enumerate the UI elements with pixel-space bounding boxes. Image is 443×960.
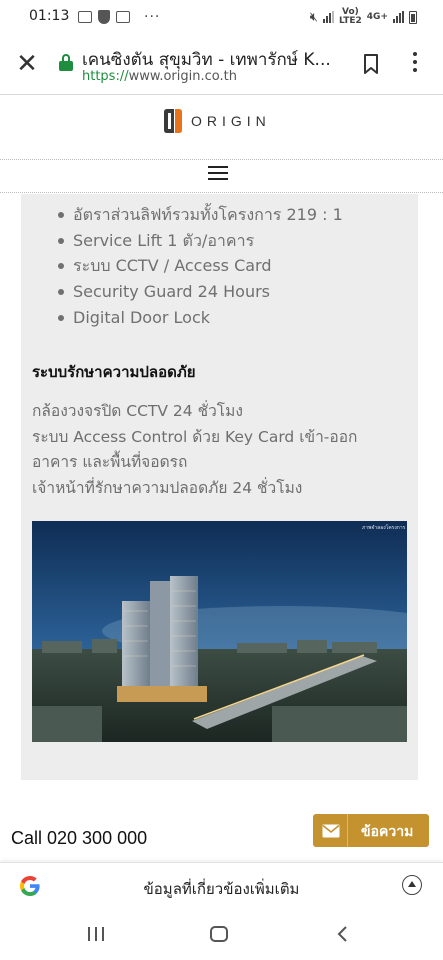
security-line: กล้องวงจรปิด CCTV 24 ชั่วโมง [32,402,243,420]
message-button-label: ข้อความ [361,824,414,840]
notification-icons: ··· [78,9,160,25]
image-caption: ภาพจำลองโครงการ [362,524,406,531]
mail-icon [322,824,340,838]
battery-icon [409,10,417,24]
divider [0,159,443,160]
logo-text: ORIGIN [191,113,271,129]
signal-icon-2 [393,11,404,23]
network-type-label: 4G+ [366,11,388,22]
list-item: ระบบ CCTV / Access Card [53,255,343,281]
close-icon[interactable]: ✕ [14,51,40,77]
shield-notification-icon [98,10,110,24]
list-item: Service Lift 1 ตัว/อาคาร [53,230,343,256]
google-related-text[interactable]: ข้อมูลที่เกี่ยวข้องเพิ่มเติม [0,877,443,901]
site-header: ORIGIN [0,95,443,157]
security-line: อาคาร และพื้นที่จอดรถ [32,453,188,471]
android-nav-bar [0,909,443,960]
list-item: อัตราส่วนลิฟท์รวมทั้งโครงการ 219 : 1 [53,204,343,230]
url-scheme: https:// [82,69,129,84]
browser-toolbar: ✕ เคนซิงตัน สุขุมวิท - เทพารักษ์ K... ht… [0,34,443,95]
divider [0,192,443,193]
list-item: Digital Door Lock [53,307,343,333]
project-render-image: ภาพจำลองโครงการ [32,521,407,742]
image-notification-icon [116,11,130,23]
network-label: Vo) LTE2 [339,7,362,26]
security-line: เจ้าหน้าที่รักษาความปลอดภัย 24 ชั่วโมง [32,478,303,497]
recent-apps-icon[interactable] [88,927,104,941]
bookmark-icon[interactable] [363,54,379,74]
origin-logo[interactable]: ORIGIN [163,107,271,135]
hamburger-menu-icon[interactable] [208,166,228,180]
content-card: อัตราส่วนลิฟท์รวมทั้งโครงการ 219 : 1 Ser… [21,194,418,780]
origin-logo-mark-icon [164,109,182,133]
lock-icon[interactable] [59,54,73,71]
url-text[interactable]: https://www.origin.co.th [82,69,237,84]
more-notifications-icon: ··· [144,9,161,25]
message-button[interactable]: ข้อความ [313,814,429,847]
url-host: www.origin.co.th [128,69,237,84]
security-heading: ระบบรักษาความปลอดภัย [32,363,196,381]
feature-list: อัตราส่วนลิฟท์รวมทั้งโครงการ 219 : 1 Ser… [53,204,343,332]
google-related-bar[interactable]: ข้อมูลที่เกี่ยวข้องเพิ่มเติม [0,862,443,910]
list-item: Security Guard 24 Hours [53,281,343,307]
call-bar: Call 020 300 000 ข้อความ [0,812,443,862]
status-bar: 01:13 ··· 🔇︎ Vo) LTE2 4G+ [0,0,443,34]
status-time: 01:13 [29,8,70,24]
back-icon[interactable] [336,926,350,942]
call-phone-link[interactable]: Call 020 300 000 [11,828,147,849]
more-vert-icon[interactable] [410,52,420,76]
project-render-illustration: ภาพจำลองโครงการ [32,521,407,742]
signal-icon-1 [323,11,334,23]
gallery-notification-icon [78,11,92,23]
button-separator [347,814,348,847]
mute-icon: 🔇︎ [309,9,318,25]
home-icon[interactable] [210,926,228,942]
security-paragraph: กล้องวงจรปิด CCTV 24 ชั่วโมง ระบบ Access… [32,399,408,501]
system-icons: 🔇︎ Vo) LTE2 4G+ [310,8,417,26]
expand-up-icon[interactable] [402,875,422,895]
security-line: ระบบ Access Control ด้วย Key Card เข้า-อ… [32,427,358,446]
